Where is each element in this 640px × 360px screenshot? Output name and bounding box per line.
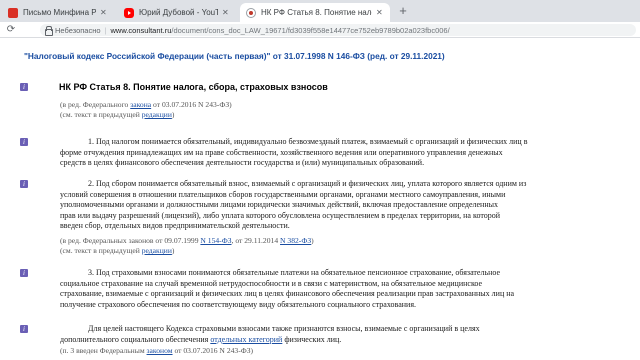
article-title: НК РФ Статья 8. Понятие налога, сбора, с…: [59, 82, 328, 92]
paragraph-4: Для целей настоящего Кодекса страховыми …: [60, 324, 480, 344]
paragraph-2-previous-edition-note: (см. текст в предыдущей редакции): [60, 246, 175, 255]
consultant-favicon-icon: [8, 7, 18, 18]
separate-categories-link[interactable]: отдельных категорий: [210, 335, 282, 344]
paragraph-3-introduction-note: (п. 3 введен Федеральным законом от 03.0…: [60, 346, 254, 355]
info-marker-icon[interactable]: i: [20, 83, 28, 91]
tab-label: Юрий Дубовой - YouTube: [139, 8, 218, 17]
tab-close-icon[interactable]: ✕: [376, 8, 384, 17]
document-title-link[interactable]: "Налоговый кодекс Российской Федерации (…: [24, 51, 445, 61]
tab-close-icon[interactable]: ✕: [222, 8, 230, 17]
paragraph-3: 3. Под страховыми взносами понимаются об…: [60, 268, 515, 309]
browser-toolbar: ⟳ Небезопасно | www.consultant.ru /docum…: [0, 22, 640, 38]
law-382-fz-link[interactable]: N 382-ФЗ: [280, 236, 311, 245]
tab-label: Письмо Минфина России от 8: [23, 8, 96, 17]
not-secure-icon: [44, 26, 53, 36]
tab-label: НК РФ Статья 8. Понятие нало: [261, 8, 372, 17]
previous-edition-link[interactable]: редакции: [142, 246, 172, 255]
previous-edition-link[interactable]: редакции: [142, 110, 172, 119]
tab-close-icon[interactable]: ✕: [100, 8, 108, 17]
introducing-law-link[interactable]: законом: [147, 346, 173, 355]
tab-nk-rf-article-8[interactable]: НК РФ Статья 8. Понятие нало ✕: [240, 3, 390, 22]
amending-law-link[interactable]: закона: [130, 100, 151, 109]
youtube-favicon-icon: [124, 7, 134, 18]
tab-minfin-letter[interactable]: Письмо Минфина России от 8 ✕: [2, 3, 114, 22]
info-marker-icon[interactable]: i: [20, 138, 28, 146]
paragraph-2-amendment-note: (в ред. Федеральных законов от 09.07.199…: [60, 236, 314, 245]
browser-tab-bar: Письмо Минфина России от 8 ✕ Юрий Дубово…: [0, 0, 640, 22]
address-separator: |: [104, 25, 107, 35]
paragraph-1: 1. Под налогом понимается обязательный, …: [60, 137, 528, 168]
consultant-favicon-icon: [246, 7, 256, 18]
info-marker-icon[interactable]: i: [20, 325, 28, 333]
tab-youtube[interactable]: Юрий Дубовой - YouTube ✕: [118, 3, 236, 22]
article-amendment-note: (в ред. Федерального закона от 03.07.201…: [60, 100, 232, 109]
paragraph-2: 2. Под сбором понимается обязательный вз…: [60, 179, 527, 231]
security-label: Небезопасно: [55, 25, 101, 35]
url-path: /document/cons_doc_LAW_19671/fd3039f558e…: [171, 25, 450, 35]
document-view: "Налоговый кодекс Российской Федерации (…: [0, 39, 640, 360]
url-host: www.consultant.ru: [110, 25, 172, 35]
reload-icon[interactable]: ⟳: [4, 23, 18, 37]
address-bar[interactable]: Небезопасно | www.consultant.ru /documen…: [40, 24, 636, 36]
previous-edition-note: (см. текст в предыдущей редакции): [60, 110, 175, 119]
info-marker-icon[interactable]: i: [20, 180, 28, 188]
info-marker-icon[interactable]: i: [20, 269, 28, 277]
new-tab-button[interactable]: +: [395, 3, 411, 19]
law-154-fz-link[interactable]: N 154-ФЗ: [200, 236, 231, 245]
